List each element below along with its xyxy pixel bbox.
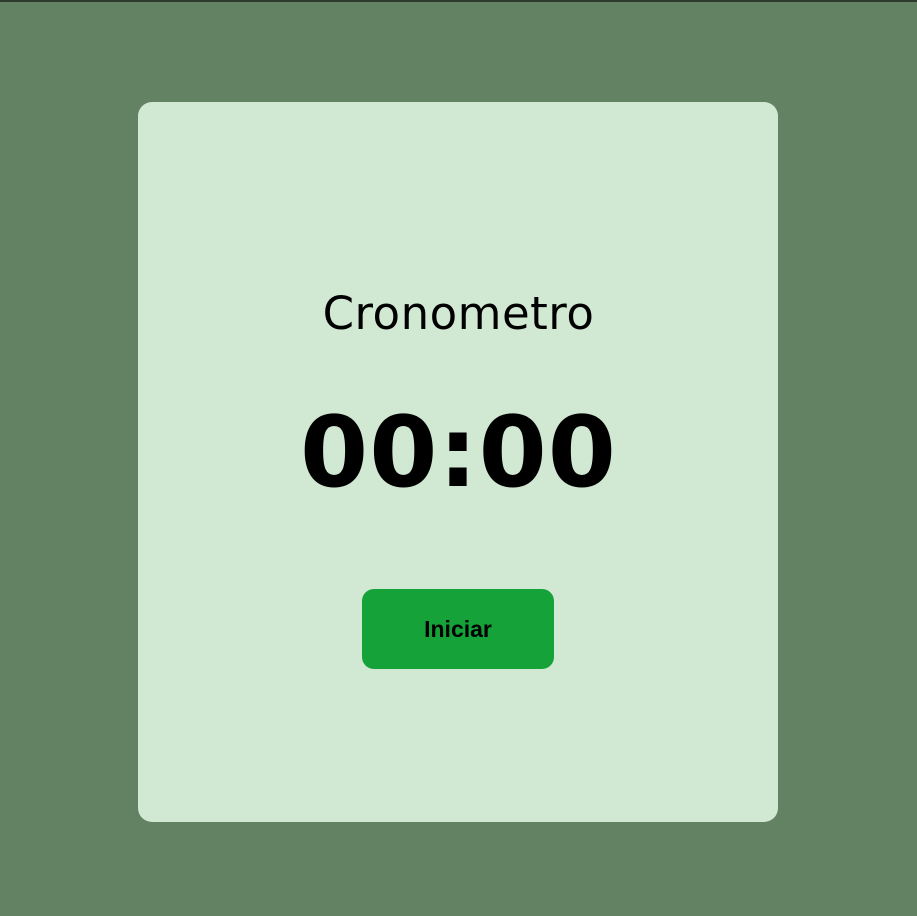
start-button[interactable]: Iniciar: [362, 589, 554, 669]
timer-display: 00:00: [300, 396, 617, 510]
window-top-border: [0, 0, 917, 2]
stopwatch-title: Cronometro: [322, 287, 595, 341]
